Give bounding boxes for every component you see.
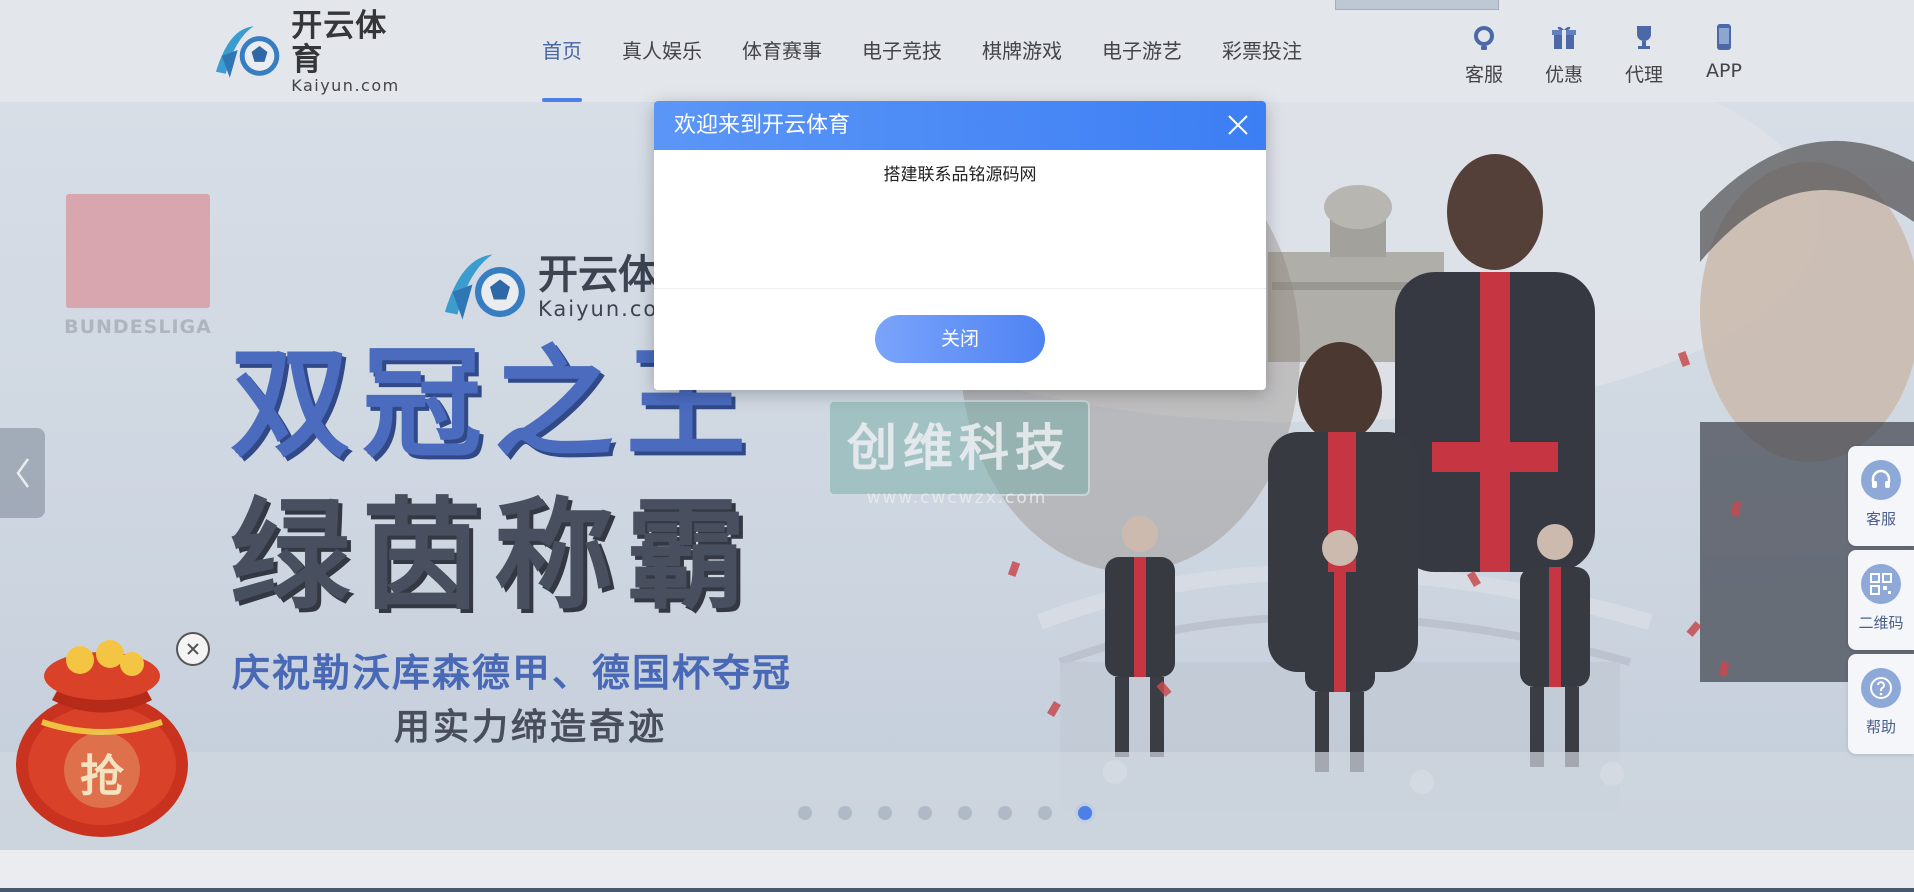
red-envelope-close-button[interactable]: [176, 632, 210, 666]
modal-close-button[interactable]: 关闭: [875, 315, 1045, 363]
side-help[interactable]: 帮助: [1848, 654, 1914, 754]
modal-header: 欢迎来到开云体育: [654, 101, 1266, 150]
side-label-help: 帮助: [1865, 718, 1896, 736]
welcome-modal: 欢迎来到开云体育 搭建联系品铭源码网 关闭: [654, 101, 1266, 390]
headset-icon: [1861, 460, 1901, 500]
red-envelope-promo[interactable]: 抢: [12, 630, 192, 840]
red-envelope-label: 抢: [80, 751, 124, 802]
help-icon: [1861, 668, 1901, 708]
side-label-service: 客服: [1865, 510, 1896, 528]
modal-title: 欢迎来到开云体育: [674, 113, 851, 138]
modal-message: 搭建联系品铭源码网: [883, 165, 1037, 185]
close-icon: [187, 643, 199, 655]
modal-close-icon[interactable]: [1226, 113, 1250, 137]
lucky-bag-icon: [16, 640, 188, 837]
side-qrcode[interactable]: 二维码: [1848, 550, 1914, 650]
qrcode-icon: [1861, 564, 1901, 604]
side-label-qrcode: 二维码: [1858, 614, 1904, 632]
side-customer-service[interactable]: 客服: [1848, 446, 1914, 546]
modal-body: 搭建联系品铭源码网: [654, 150, 1266, 289]
